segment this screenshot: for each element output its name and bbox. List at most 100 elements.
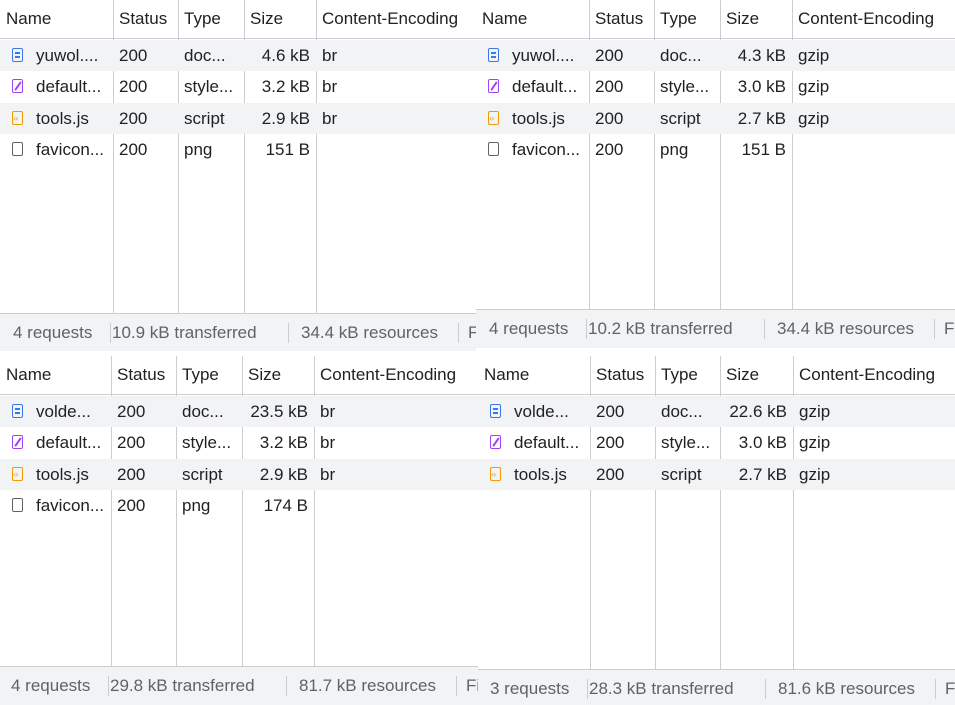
- cell-size: 4.6 kB: [261, 46, 310, 65]
- column-header-name[interactable]: Name: [478, 356, 590, 394]
- cell-name: volde...: [478, 396, 590, 427]
- cell-name: tools.js: [478, 459, 590, 490]
- request-row[interactable]: default... 200 style... 3.2 kB br: [0, 71, 476, 102]
- cell-name: default...: [0, 427, 111, 458]
- column-header-encoding[interactable]: Content-Encoding: [792, 0, 955, 38]
- request-row[interactable]: default... 200 style... 3.0 kB gzip: [478, 427, 955, 458]
- request-row[interactable]: favicon... 200 png 151 B: [476, 134, 955, 165]
- cell-encoding: gzip: [799, 402, 831, 421]
- transferred-size: 28.3 kB transferred: [589, 679, 734, 698]
- summary-separator: [934, 319, 935, 339]
- cell-size: 2.7 kB: [737, 108, 786, 128]
- request-row[interactable]: volde... 200 doc... 23.5 kB br: [0, 396, 478, 427]
- cell-name-text: tools.js: [512, 108, 565, 128]
- cell-status: 200: [117, 464, 146, 484]
- cell-size: 3.0 kB: [737, 77, 786, 97]
- cell-size: 22.6 kB: [729, 402, 787, 421]
- resources-size: 34.4 kB resources: [777, 319, 915, 338]
- column-header-size[interactable]: Size: [720, 356, 793, 394]
- request-row[interactable]: yuwol.... 200 doc... 4.6 kB br: [0, 40, 476, 71]
- cell-name-text: default...: [36, 77, 102, 97]
- cell-size: 3.2 kB: [259, 433, 308, 453]
- table-header: Name Status Type Size Content-Encoding: [478, 356, 955, 395]
- request-row[interactable]: favicon... 200 png 151 B: [0, 134, 476, 165]
- request-count: 3 requests: [490, 679, 570, 698]
- cell-status: 200: [117, 433, 146, 453]
- network-panel-bottom-right: Name Status Type Size Content-Encoding volde.…: [478, 356, 955, 705]
- column-header-status[interactable]: Status: [111, 356, 176, 394]
- request-row[interactable]: tools.js 200 script 2.9 kB br: [0, 458, 478, 490]
- summary-bar: 4 requests 29.8 kB transferred 81.7 kB res…: [0, 666, 478, 705]
- request-row[interactable]: default... 200 style... 3.2 kB br: [0, 427, 478, 458]
- cell-type: style...: [660, 77, 710, 97]
- cell-name-text: default...: [36, 433, 102, 453]
- column-header-encoding[interactable]: Content-Encoding: [316, 0, 476, 38]
- cell-name-text: favicon...: [36, 139, 105, 159]
- script-icon: [488, 103, 499, 134]
- cell-name-text: favicon...: [36, 495, 105, 515]
- column-header-name[interactable]: Name: [0, 0, 113, 38]
- summary-separator: [935, 679, 936, 699]
- stylesheet-icon: [12, 79, 23, 94]
- image-icon: [12, 141, 23, 156]
- cell-encoding: br: [322, 77, 338, 97]
- request-row[interactable]: volde... 200 doc... 22.6 kB gzip: [478, 396, 955, 427]
- document-icon: [12, 48, 23, 62]
- cell-size: 23.5 kB: [250, 402, 308, 421]
- column-header-size[interactable]: Size: [720, 0, 792, 38]
- transferred-size: 10.9 kB transferred: [112, 323, 257, 342]
- column-header-type[interactable]: Type: [178, 0, 244, 38]
- column-header-size[interactable]: Size: [242, 356, 314, 394]
- summary-separator: [288, 323, 289, 343]
- request-row[interactable]: yuwol.... 200 doc... 4.3 kB gzip: [476, 40, 955, 71]
- table-header: Name Status Type Size Content-Encoding: [0, 0, 476, 39]
- summary-separator: [458, 323, 459, 343]
- stylesheet-icon: [490, 435, 501, 450]
- cell-status: 200: [117, 495, 146, 515]
- cell-type: doc...: [661, 402, 703, 421]
- cell-name: tools.js: [0, 103, 113, 134]
- column-header-status[interactable]: Status: [590, 356, 655, 394]
- truncated-summary-item: Fi: [466, 676, 478, 695]
- cell-status: 200: [596, 464, 625, 484]
- cell-size: 4.3 kB: [737, 46, 786, 65]
- summary-separator: [764, 319, 765, 339]
- column-header-status[interactable]: Status: [113, 0, 178, 38]
- cell-status: 200: [596, 402, 625, 421]
- cell-status: 200: [595, 108, 624, 128]
- cell-type: png: [182, 495, 211, 515]
- column-header-encoding[interactable]: Content-Encoding: [793, 356, 955, 394]
- column-header-type[interactable]: Type: [176, 356, 242, 394]
- column-header-encoding[interactable]: Content-Encoding: [314, 356, 478, 394]
- request-row[interactable]: default... 200 style... 3.0 kB gzip: [476, 71, 955, 102]
- request-row[interactable]: tools.js 200 script 2.9 kB br: [0, 102, 476, 134]
- cell-size: 2.7 kB: [738, 464, 787, 484]
- column-header-type[interactable]: Type: [655, 356, 720, 394]
- cell-size: 3.2 kB: [261, 77, 310, 97]
- cell-size: 151 B: [265, 139, 310, 159]
- request-row[interactable]: favicon... 200 png 174 B: [0, 490, 478, 521]
- cell-type: doc...: [182, 402, 224, 421]
- cell-name: yuwol....: [476, 40, 589, 71]
- truncated-summary-item: Fi: [945, 679, 955, 698]
- column-header-name[interactable]: Name: [0, 356, 111, 394]
- summary-separator: [587, 679, 588, 699]
- column-header-name[interactable]: Name: [476, 0, 589, 38]
- cell-name: default...: [0, 71, 113, 102]
- document-icon: [488, 48, 499, 62]
- request-row[interactable]: tools.js 200 script 2.7 kB gzip: [476, 102, 955, 134]
- script-icon: [12, 103, 23, 134]
- summary-separator: [108, 676, 109, 696]
- cell-status: 200: [596, 433, 625, 453]
- request-count: 4 requests: [489, 319, 569, 338]
- request-row[interactable]: tools.js 200 script 2.7 kB gzip: [478, 458, 955, 490]
- column-header-status[interactable]: Status: [589, 0, 654, 38]
- summary-bar: 4 requests 10.9 kB transferred 34.4 kB res…: [0, 313, 476, 351]
- cell-encoding: [792, 134, 955, 165]
- column-header-type[interactable]: Type: [654, 0, 720, 38]
- cell-name-text: yuwol....: [36, 46, 99, 65]
- cell-status: 200: [595, 46, 624, 65]
- column-header-size[interactable]: Size: [244, 0, 316, 38]
- summary-bar: 4 requests 10.2 kB transferred 34.4 kB res…: [476, 309, 955, 348]
- table-header: Name Status Type Size Content-Encoding: [476, 0, 955, 39]
